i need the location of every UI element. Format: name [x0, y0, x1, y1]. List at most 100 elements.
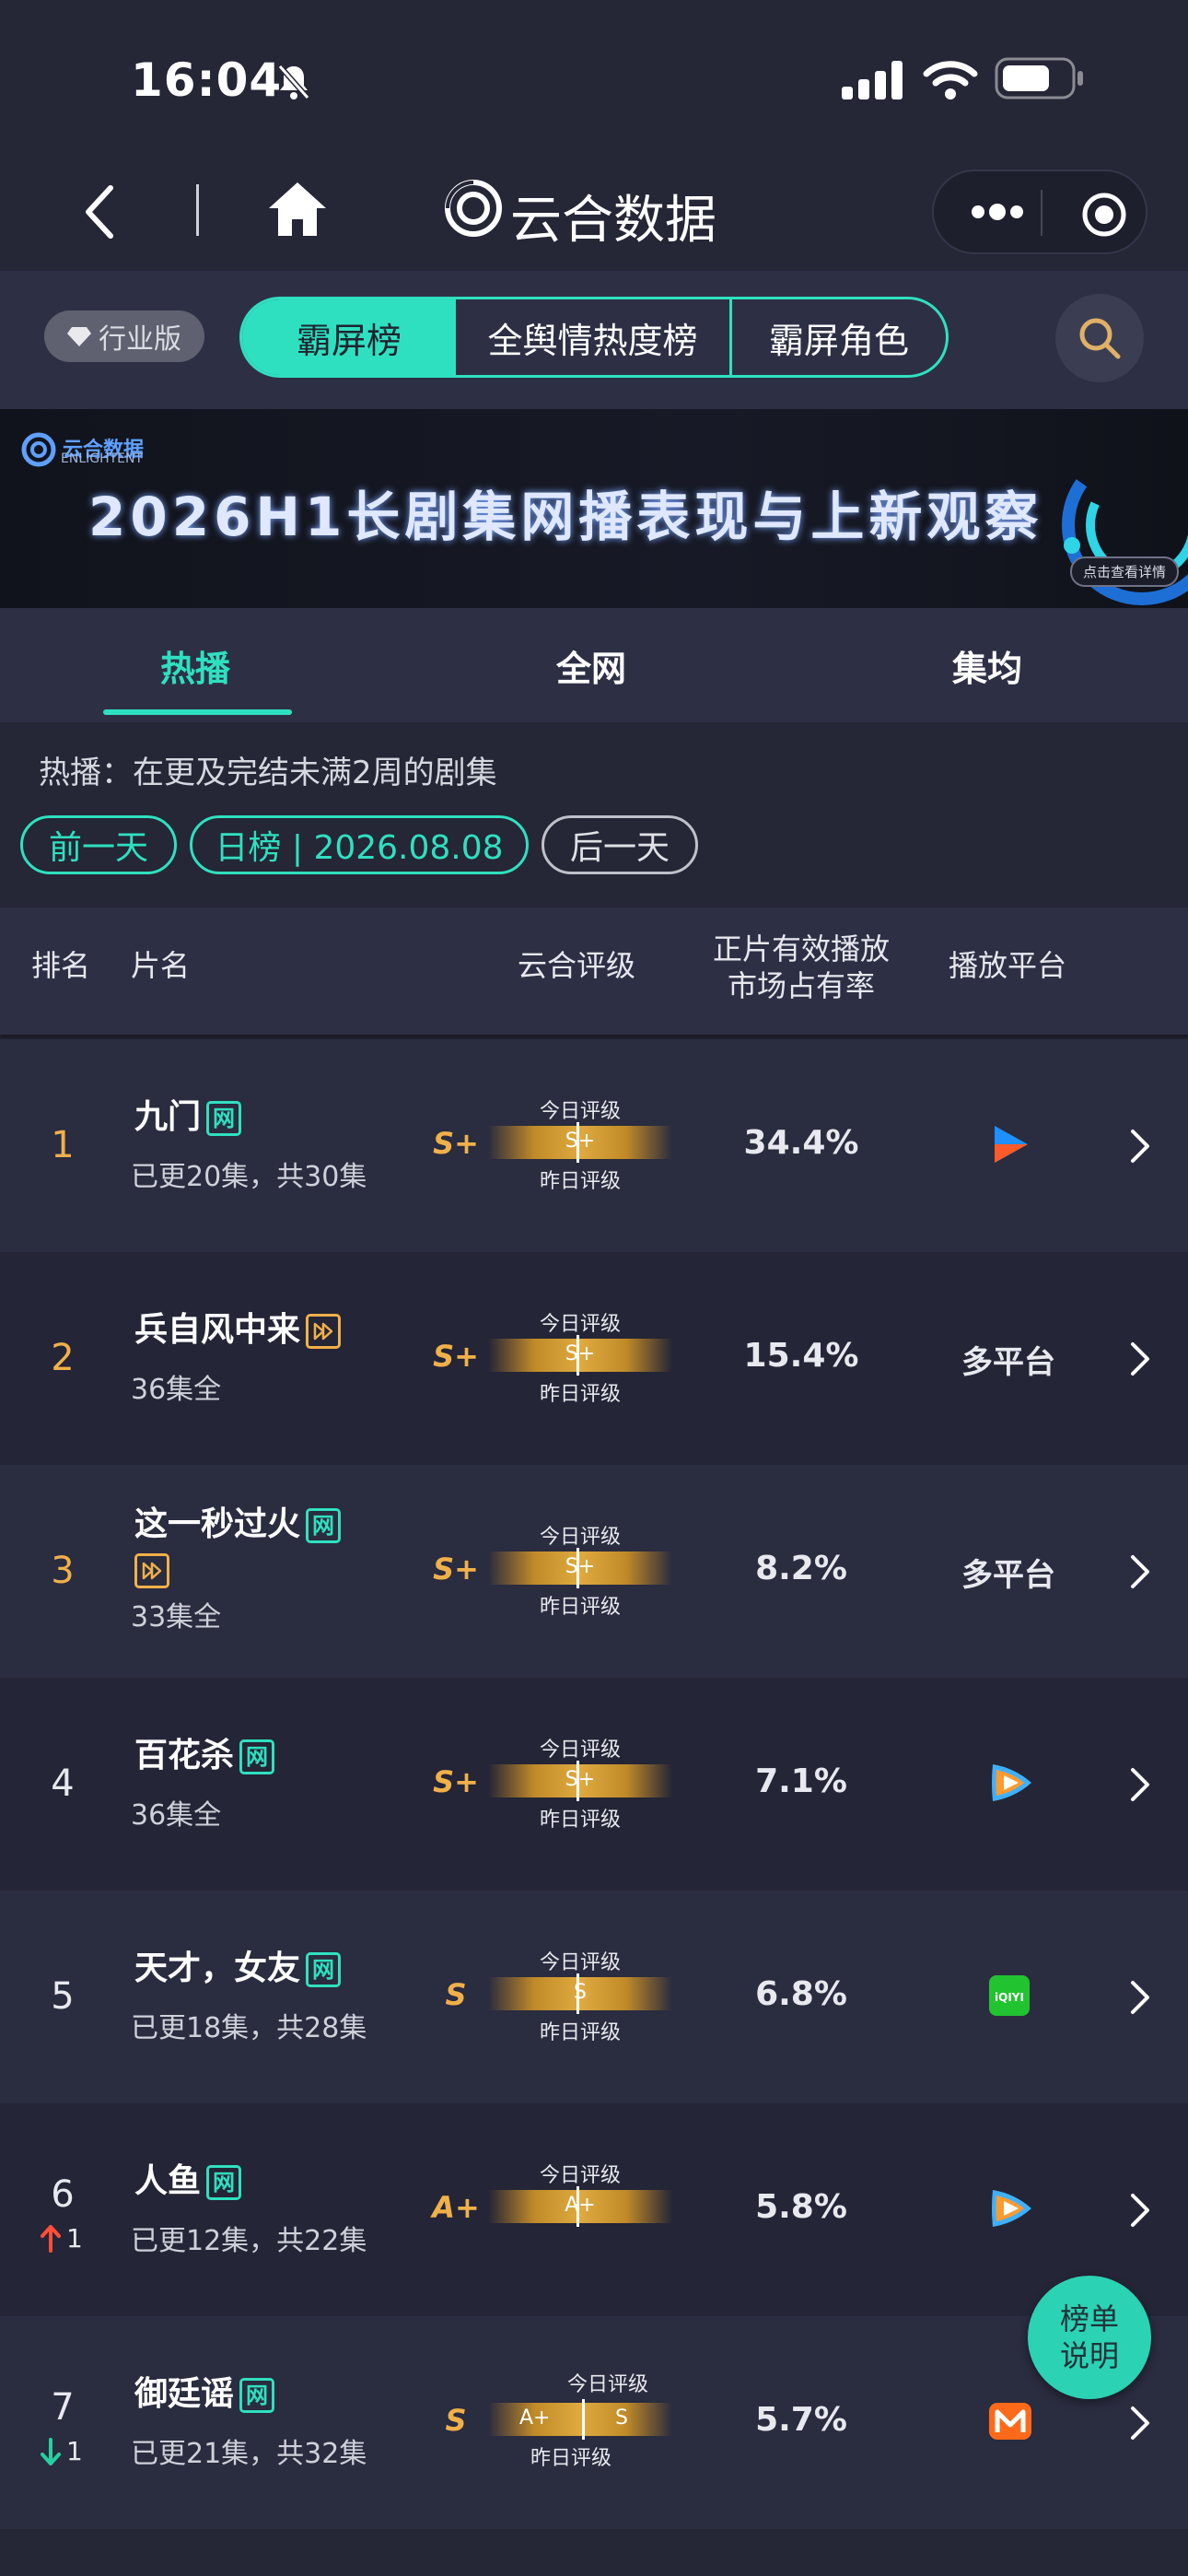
header-platform: 播放平台: [949, 948, 1067, 983]
market-share: 5.8%: [755, 2188, 847, 2226]
header-rank: 排名: [31, 948, 91, 983]
banner-title: 2026H1长剧集网播表现与上新观察: [88, 486, 1043, 548]
fab-line2: 说明: [1059, 2338, 1119, 2373]
episode-status: 36集全: [131, 1799, 222, 1832]
home-icon[interactable]: [267, 181, 328, 238]
iqiyi-icon: iQIYI: [987, 1973, 1031, 2021]
episode-status: 33集全: [131, 1601, 222, 1633]
mango-tv-icon: [987, 2399, 1033, 2447]
table-row[interactable]: 1 九门网已更20集，共30集 S+ 今日评级 S+ 昨日评级 34.4%: [0, 1039, 1188, 1252]
show-title: 百花杀: [134, 1737, 235, 1774]
grade-value: S+: [433, 1764, 479, 1799]
table-row[interactable]: 2 兵自风中来 36集全 S+ 今日评级 S+ 昨日评级 15.4% 多平台: [0, 1252, 1188, 1465]
more-dots-icon[interactable]: [971, 203, 1024, 221]
table-row[interactable]: 5 天才，女友网已更18集，共28集 S 今日评级 S 昨日评级 6.8% iQIYI: [0, 1891, 1188, 2103]
diamond-icon: [67, 327, 91, 346]
bar-grade: S: [574, 1981, 587, 2004]
chevron-right-icon[interactable]: [1125, 1341, 1153, 1377]
header-share-line2: 市场占有率: [727, 968, 875, 1003]
yesterday-grade-label: 昨日评级: [539, 2021, 621, 2044]
segment-control: 霸屏榜 全舆情热度榜 霸屏角色: [239, 297, 949, 378]
chevron-right-icon[interactable]: [1125, 2405, 1153, 2441]
net-tag: 网: [306, 1508, 342, 1543]
table-row[interactable]: 4 百花杀网 36集全 S+ 今日评级 S+ 昨日评级 7.1%: [0, 1678, 1188, 1891]
table-row[interactable]: 7 1 御廷谣网已更21集，共32集 S 今日评级 A+ S 昨日评级 5.7%: [0, 2316, 1188, 2529]
tab-bar: 热播 全网 集均: [0, 608, 1188, 722]
today-grade-label: 今日评级: [539, 1313, 621, 1336]
tab-active-indicator: [103, 709, 292, 715]
show-title-block: 天才，女友网: [134, 1948, 342, 1990]
table-row[interactable]: 6 1 人鱼网已更12集，共22集 A+ 今日评级 A+ 5.8%: [0, 2103, 1188, 2316]
next-day-button[interactable]: 后一天: [542, 815, 698, 874]
rank-number: 6: [51, 2173, 75, 2216]
tab-hot[interactable]: 热播: [160, 640, 230, 691]
banner-detail-button[interactable]: 点击查看详情: [1070, 556, 1180, 587]
banner-logo-en: ENLIGHTENT: [61, 451, 144, 466]
show-title: 天才，女友: [134, 1950, 301, 1987]
yesterday-grade-label: 昨日评级: [539, 1383, 621, 1406]
chevron-right-icon[interactable]: [1125, 1128, 1153, 1165]
chart-explain-button[interactable]: 榜单 说明: [1028, 2276, 1151, 2399]
show-title: 九门: [134, 1098, 202, 1136]
grade-value: S: [445, 2403, 467, 2438]
net-tag: 网: [239, 1739, 275, 1774]
close-target-icon[interactable]: [1081, 192, 1127, 238]
status-bar: 16:04: [0, 0, 1188, 157]
chevron-right-icon[interactable]: [1125, 1979, 1153, 2016]
wifi-icon: [923, 61, 978, 100]
tab-all-network[interactable]: 全网: [556, 640, 626, 691]
episode-status: 已更20集，共30集: [131, 1161, 367, 1193]
back-arrow-icon[interactable]: [81, 182, 118, 241]
nav-bar: 云合数据: [0, 157, 1188, 271]
edition-label: 行业版: [99, 323, 181, 356]
bar-grade: S+: [565, 1130, 596, 1153]
segment-bapingbang[interactable]: 霸屏榜: [242, 299, 456, 375]
show-title: 人鱼: [134, 2162, 202, 2200]
episode-status: 36集全: [131, 1374, 222, 1406]
banner-logo-icon: [21, 432, 56, 467]
segment-quanyuqing[interactable]: 全舆情热度榜: [456, 299, 729, 375]
prev-day-button[interactable]: 前一天: [20, 815, 177, 874]
rank-number: 7: [51, 2386, 75, 2429]
promo-banner[interactable]: 云合数据 ENLIGHTENT 2026H1长剧集网播表现与上新观察 点击查看详…: [0, 409, 1188, 608]
tab-per-episode[interactable]: 集均: [952, 640, 1022, 691]
rank-number: 4: [51, 1762, 75, 1805]
show-title-block: 百花杀网: [134, 1735, 275, 1777]
grade-value: S: [445, 1977, 467, 2012]
chevron-right-icon[interactable]: [1125, 2192, 1153, 2229]
rank-change: 1: [66, 2436, 83, 2466]
rank-up-arrow-icon: [41, 2225, 61, 2253]
chevron-right-icon[interactable]: [1125, 1766, 1153, 1803]
chevron-right-icon[interactable]: [1125, 1553, 1153, 1590]
grade-value: S+: [433, 1551, 479, 1587]
tencent-video-icon: [987, 1761, 1035, 1809]
today-grade-label: 今日评级: [539, 1100, 621, 1123]
today-grade-label: 今日评级: [539, 1526, 621, 1549]
search-icon: [1079, 318, 1121, 359]
grade-divider: [582, 2399, 585, 2440]
show-title: 御廷谣: [134, 2375, 235, 2413]
show-title-block: 九门网: [134, 1096, 242, 1139]
yesterday-grade-label: 昨日评级: [539, 1596, 621, 1619]
header-grade: 云合评级: [518, 948, 636, 983]
date-selector[interactable]: 日榜 | 2026.08.08: [190, 815, 529, 874]
table-row[interactable]: 3 这一秒过火网 33集全 S+ 今日评级 S+ 昨日评级 8.2% 多平台: [0, 1465, 1188, 1678]
bar-grade: S+: [565, 1768, 596, 1791]
search-button[interactable]: [1055, 294, 1144, 382]
episode-status: 已更21集，共32集: [131, 2438, 367, 2470]
header-name: 片名: [131, 948, 191, 983]
filter-note: 热播：在更及完结未满2周的剧集: [39, 755, 497, 791]
today-grade-label: 今日评级: [539, 1951, 621, 1974]
market-share: 6.8%: [755, 1975, 847, 2013]
segment-bapingjuese[interactable]: 霸屏角色: [729, 299, 946, 375]
grade-value: S+: [433, 1126, 479, 1161]
market-share: 15.4%: [743, 1337, 859, 1375]
net-tag: 网: [206, 2165, 242, 2200]
today-grade: A+: [519, 2406, 551, 2430]
edition-badge[interactable]: 行业版: [44, 310, 204, 362]
grade-bar: [488, 2403, 672, 2436]
header-share-line1: 正片有效播放: [712, 931, 890, 966]
signal-icon: [842, 61, 903, 100]
tencent-video-icon: [987, 2186, 1035, 2234]
svg-text:iQIYI: iQIYI: [995, 1991, 1024, 2004]
